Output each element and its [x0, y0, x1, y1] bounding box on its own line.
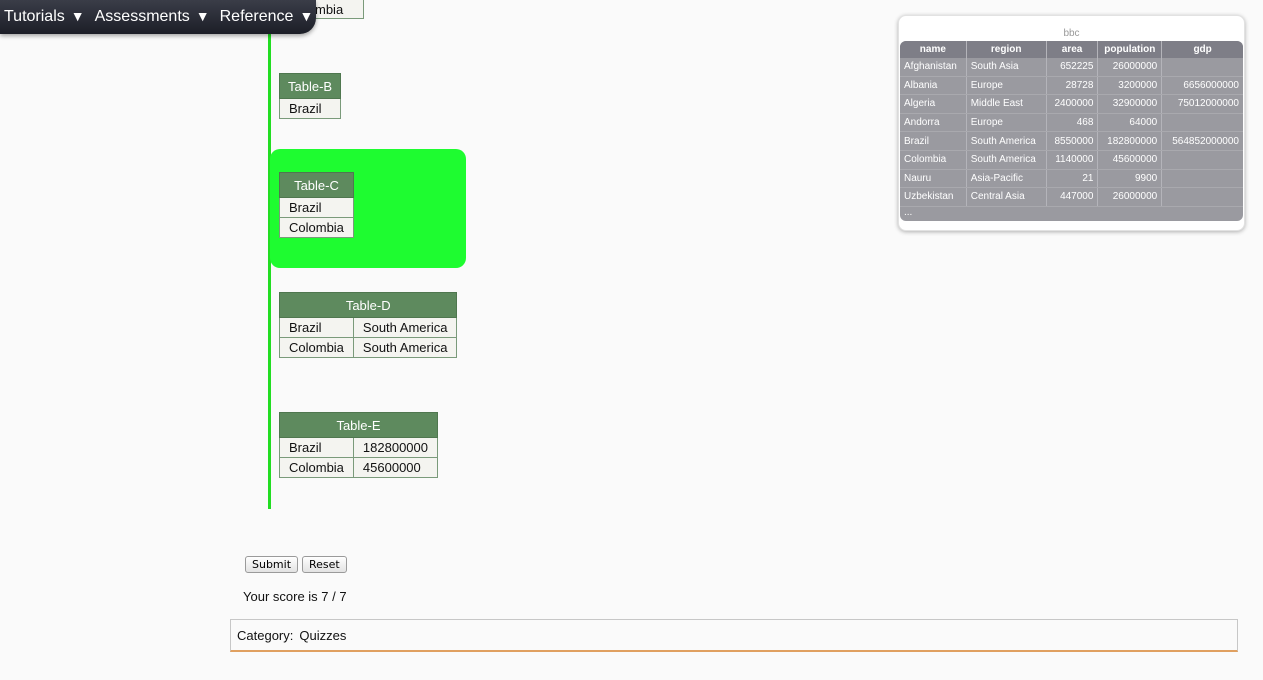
table-cell: South America — [966, 131, 1047, 151]
table-cell — [1161, 58, 1243, 77]
table-cell: 8550000 — [1046, 131, 1099, 151]
table-cell: 3200000 — [1097, 76, 1163, 96]
table-cell: 468 — [1046, 113, 1099, 133]
table-row: Afghanistan South Asia 652225 26000000 — [900, 58, 1243, 77]
table-d[interactable]: Table-D Brazil South America Colombia Sout… — [278, 292, 458, 358]
table-cell: South Asia — [966, 58, 1047, 77]
flow-line — [268, 30, 271, 509]
table-cell — [1161, 150, 1243, 170]
column-header-gdp: gdp — [1161, 41, 1243, 58]
table-cell: South America — [352, 337, 458, 358]
table-cell: Nauru — [900, 169, 967, 189]
table-d-title: Table-D — [278, 292, 458, 318]
table-cell: 75012000000 — [1161, 94, 1243, 114]
table-cell: 564852000000 — [1161, 131, 1243, 151]
table-e-title: Table-E — [279, 412, 438, 438]
table-cell: Europe — [966, 113, 1047, 133]
table-cell: Europe — [966, 76, 1047, 96]
table-cell: 21 — [1046, 169, 1099, 189]
table-b-title: Table-B — [278, 73, 342, 99]
table-cell: Asia-Pacific — [966, 169, 1047, 189]
table-c-title: Table-C — [279, 172, 354, 198]
bbc-caption: bbc — [1063, 28, 1080, 39]
table-cell: 182800000 — [352, 437, 439, 458]
table-cell — [1161, 169, 1243, 189]
category-link[interactable]: Quizzes — [299, 628, 346, 643]
table-cell: Colombia — [279, 217, 354, 238]
table-cell: Afghanistan — [900, 58, 967, 77]
table-row: Uzbekistan Central Asia 447000 26000000 — [900, 187, 1243, 207]
bbc-table: name region area population gdp Afghanis… — [900, 41, 1243, 207]
nav-tutorials[interactable]: Tutorials ▼ — [4, 8, 85, 26]
table-cell: 26000000 — [1097, 58, 1163, 77]
table-row: Brazil South America 8550000 182800000 56485… — [900, 131, 1243, 151]
table-cell: Uzbekistan — [900, 187, 967, 207]
table-cell: Middle East — [966, 94, 1047, 114]
table-cell: 652225 — [1046, 58, 1099, 77]
table-cell: Colombia — [900, 150, 967, 170]
table-cell: Colombia — [279, 457, 354, 478]
table-cell: 447000 — [1046, 187, 1099, 207]
table-cell: 45600000 — [1097, 150, 1163, 170]
column-header-area: area — [1046, 41, 1099, 58]
table-cell: 1140000 — [1046, 150, 1099, 170]
chevron-down-icon: ▼ — [299, 8, 314, 24]
table-cell: 6656000000 — [1161, 76, 1243, 96]
table-cell: 64000 — [1097, 113, 1163, 133]
category-bar: Category: Quizzes — [230, 619, 1238, 652]
table-cell — [1161, 187, 1243, 207]
table-row: Colombia South America 1140000 45600000 — [900, 150, 1243, 170]
table-cell: Brazil — [279, 317, 354, 338]
reset-button[interactable]: Reset — [302, 556, 347, 573]
table-cell: Brazil — [900, 131, 967, 151]
table-e[interactable]: Table-E Brazil 182800000 Colombia 45600000 — [279, 412, 439, 478]
column-header-population: population — [1097, 41, 1163, 58]
chevron-down-icon: ▼ — [195, 8, 210, 24]
table-cell: Central Asia — [966, 187, 1047, 207]
score-text: Your score is 7 / 7 — [243, 589, 347, 604]
top-nav-bar: Tutorials ▼ Assessments ▼ Reference ▼ — [0, 0, 316, 34]
table-cell: 28728 — [1046, 76, 1099, 96]
chevron-down-icon: ▼ — [70, 8, 85, 24]
nav-assessments[interactable]: Assessments ▼ — [95, 8, 210, 26]
nav-reference[interactable]: Reference ▼ — [220, 8, 314, 26]
table-cell: 45600000 — [352, 457, 439, 478]
table-cell: Brazil — [278, 98, 342, 119]
table-cell: 182800000 — [1097, 131, 1163, 151]
table-row: Algeria Middle East 2400000 32900000 7501200… — [900, 94, 1243, 114]
column-header-region: region — [966, 41, 1047, 58]
column-header-name: name — [900, 41, 967, 58]
table-b[interactable]: Table-B Brazil — [278, 73, 342, 119]
bbc-table-container: name region area population gdp Afghanis… — [900, 41, 1243, 221]
table-row: Albania Europe 28728 3200000 6656000000 — [900, 76, 1243, 96]
table-cell: 26000000 — [1097, 187, 1163, 207]
table-cell: 32900000 — [1097, 94, 1163, 114]
bbc-more-indicator: ... — [904, 206, 913, 218]
table-c[interactable]: Table-C Brazil Colombia — [279, 172, 354, 238]
table-cell: South America — [966, 150, 1047, 170]
category-label: Category: — [237, 628, 294, 643]
submit-button[interactable]: Submit — [245, 556, 299, 573]
table-cell: Brazil — [279, 197, 354, 218]
table-row: Nauru Asia-Pacific 21 9900 — [900, 169, 1243, 189]
table-cell: 9900 — [1097, 169, 1163, 189]
table-cell: South America — [352, 317, 458, 338]
table-cell: Albania — [900, 76, 967, 96]
table-row: Andorra Europe 468 64000 — [900, 113, 1243, 133]
table-cell: Brazil — [279, 437, 354, 458]
table-cell: 2400000 — [1046, 94, 1099, 114]
table-cell — [1161, 113, 1243, 133]
table-cell: Algeria — [900, 94, 967, 114]
table-cell: Colombia — [279, 337, 354, 358]
bbc-reference-panel: bbc name region area population gdp Afgh… — [898, 15, 1245, 231]
table-cell: Andorra — [900, 113, 967, 133]
